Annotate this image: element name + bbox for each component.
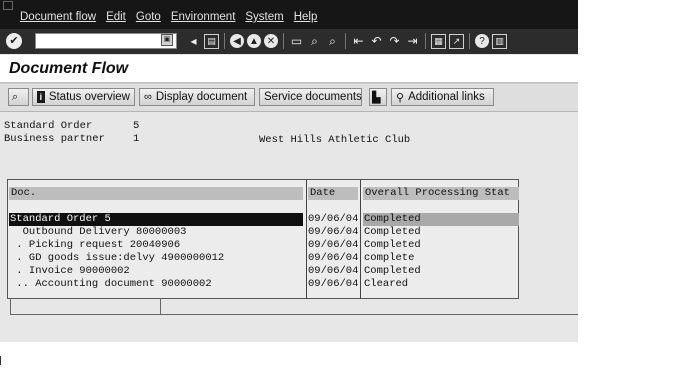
column-header-status[interactable]: Overall Processing Stat [363,187,519,200]
doc-cell[interactable]: Outbound Delivery 80000003 [10,226,187,239]
service-documents-label: Service documents [264,91,362,103]
hierarchy-button[interactable]: ▙ [369,88,387,106]
table-row[interactable]: Outbound Delivery 80000003 09/06/04 Comp… [8,226,518,239]
toolbar-separator [283,33,284,49]
order-label: Standard Order [4,120,93,132]
column-header-status-label: Overall Processing Stat [365,187,510,199]
toolbar-separator [469,33,470,49]
table-row[interactable]: Standard Order 5 09/06/04 Completed [8,213,519,226]
frame-line [160,298,161,315]
doc-cell[interactable]: . Picking request 20040906 [10,239,180,252]
save-icon[interactable]: ▤ [204,33,219,49]
doc-cell[interactable]: .. Accounting document 90000002 [10,278,211,291]
help-icon[interactable]: ? [475,34,489,48]
additional-links-button[interactable]: ⚲ Additional links [391,88,494,106]
system-menu-icon[interactable] [3,1,13,10]
status-overview-label: Status overview [48,91,130,103]
first-page-icon[interactable]: ⇤ [351,34,366,49]
display-document-button[interactable]: ∞ Display document [139,88,255,106]
date-cell: 09/06/04 [308,252,359,264]
next-page-icon[interactable]: ↷ [387,34,402,49]
status-cell: Completed [364,265,421,277]
back-icon[interactable]: ◀ [230,34,244,48]
doc-cell[interactable]: Standard Order 5 [10,213,111,226]
status-cell: complete [364,252,415,264]
collapse-left-icon[interactable]: ◂ [186,34,201,49]
zoom-button[interactable]: ⌕ [8,88,29,106]
column-header-date-label: Date [310,187,336,199]
doc-cell[interactable]: . Invoice 90000002 [10,265,129,278]
title-bar: Document Flow [0,55,578,84]
additional-links-label: Additional links [408,91,485,103]
create-session-icon[interactable]: ▦ [431,33,446,49]
standard-toolbar: ✔ ▣ ◂ ▤ ◀ ▲ ✕ ▭ ⌕ ⌕ ⇤ ↶ ↷ ⇥ ▦ ↗ ? ▥ [0,29,578,54]
frame-line [10,298,11,315]
date-cell: 09/06/04 [308,265,359,277]
partner-label: Business partner [4,133,105,145]
application-toolbar: ⌕ i Status overview ∞ Display document S… [0,85,578,112]
find-next-icon[interactable]: ⌕ [325,34,340,49]
status-cell: Cleared [364,278,409,290]
last-page-icon[interactable]: ⇥ [405,34,420,49]
date-cell: 09/06/04 [308,278,359,290]
toolbar-separator [425,33,426,49]
menu-environment[interactable]: Environment [171,11,236,23]
date-cell: 09/06/04 [308,226,359,238]
shortcut-icon[interactable]: ↗ [449,33,464,49]
magnifier-icon: ⌕ [12,90,19,103]
outer-edge-mark [0,356,1,365]
links-icon: ⚲ [396,91,405,104]
menu-bar: Document flow Edit Goto Environment Syst… [0,0,578,29]
date-cell: 09/06/04 [308,239,359,251]
menu-goto[interactable]: Goto [136,11,161,23]
service-documents-button[interactable]: Service documents [259,88,362,106]
toolbar-separator [224,33,225,49]
enter-icon[interactable]: ✔ [6,33,22,49]
exit-icon[interactable]: ▲ [247,34,261,48]
menu-document-flow[interactable]: Document flow [20,11,96,23]
status-cell: Completed [364,226,421,238]
status-bar-divider [10,314,578,315]
partner-name: West Hills Athletic Club [259,134,411,146]
print-icon[interactable]: ▭ [289,34,304,49]
document-flow-tree: Doc. Date Overall Processing Stat Standa… [7,179,519,299]
toolbar-separator [345,33,346,49]
table-row[interactable]: . Invoice 90000002 09/06/04 Completed [8,265,518,278]
menu-edit[interactable]: Edit [106,11,126,23]
column-header-doc[interactable]: Doc. [9,187,303,200]
layout-icon[interactable]: ▥ [492,33,507,49]
sap-window: Document flow Edit Goto Environment Syst… [0,0,578,342]
menu-system[interactable]: System [245,11,283,23]
column-header-doc-label: Doc. [11,187,37,199]
cancel-icon[interactable]: ✕ [264,34,278,48]
order-value: 5 [133,120,140,132]
display-document-label: Display document [155,91,248,103]
date-cell: 09/06/04 [308,213,359,225]
partner-value: 1 [133,133,140,145]
previous-page-icon[interactable]: ↶ [369,34,384,49]
info-icon: i [37,91,45,103]
doc-cell[interactable]: . GD goods issue:delvy 4900000012 [10,252,224,265]
status-cell: Completed [364,239,421,251]
table-row[interactable]: . GD goods issue:delvy 4900000012 09/06/… [8,252,518,265]
status-overview-button[interactable]: i Status overview [32,88,135,106]
status-cell: Completed [364,213,421,225]
command-history-icon[interactable]: ▣ [161,34,173,46]
table-row[interactable]: . Picking request 20040906 09/06/04 Comp… [8,239,518,252]
column-header-date[interactable]: Date [308,187,358,200]
command-field[interactable] [35,33,177,49]
page-title: Document Flow [9,60,129,77]
menu-help[interactable]: Help [294,11,318,23]
table-row[interactable]: .. Accounting document 90000002 09/06/04… [8,278,518,291]
glasses-icon: ∞ [144,91,152,103]
find-icon[interactable]: ⌕ [307,34,322,49]
hierarchy-icon: ▙ [372,91,381,104]
